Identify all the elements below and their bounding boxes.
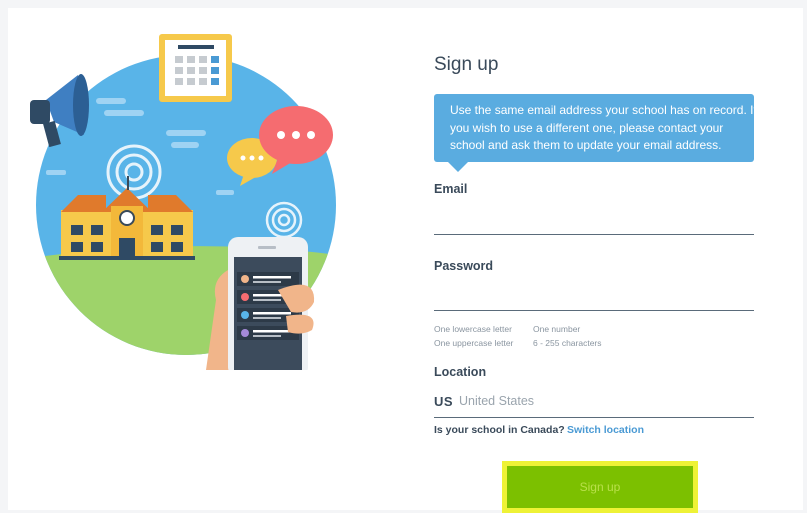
switch-location-link[interactable]: Switch location	[567, 424, 644, 436]
password-rule-length: 6 - 255 characters	[533, 338, 602, 348]
canada-question: Is your school in Canada?	[434, 424, 565, 436]
email-label: Email	[434, 182, 468, 196]
password-label: Password	[434, 259, 494, 273]
email-notice-tooltip: Use the same email address your school h…	[434, 94, 757, 172]
email-field[interactable]	[434, 210, 754, 232]
email-notice-text: Use the same email address your school h…	[450, 103, 757, 152]
school-illustration	[30, 34, 336, 370]
location-label: Location	[434, 365, 487, 379]
signup-page: Sign up Use the same email address your …	[8, 8, 803, 513]
signup-button[interactable]: Sign up	[507, 466, 693, 508]
location-field-underline	[434, 417, 754, 418]
page-title: Sign up	[434, 54, 499, 75]
location-select[interactable]: United States	[459, 394, 534, 408]
signup-button-highlight: Sign up	[502, 461, 698, 513]
password-rule-uppercase: One uppercase letter	[434, 338, 514, 348]
location-code: US	[434, 394, 454, 409]
calendar-icon	[159, 34, 232, 102]
password-rule-number: One number	[533, 324, 581, 334]
password-field[interactable]	[434, 286, 754, 308]
password-field-underline	[434, 310, 754, 311]
password-rule-lowercase: One lowercase letter	[434, 324, 512, 334]
tooltip-arrow	[448, 162, 468, 172]
email-field-underline	[434, 234, 754, 235]
